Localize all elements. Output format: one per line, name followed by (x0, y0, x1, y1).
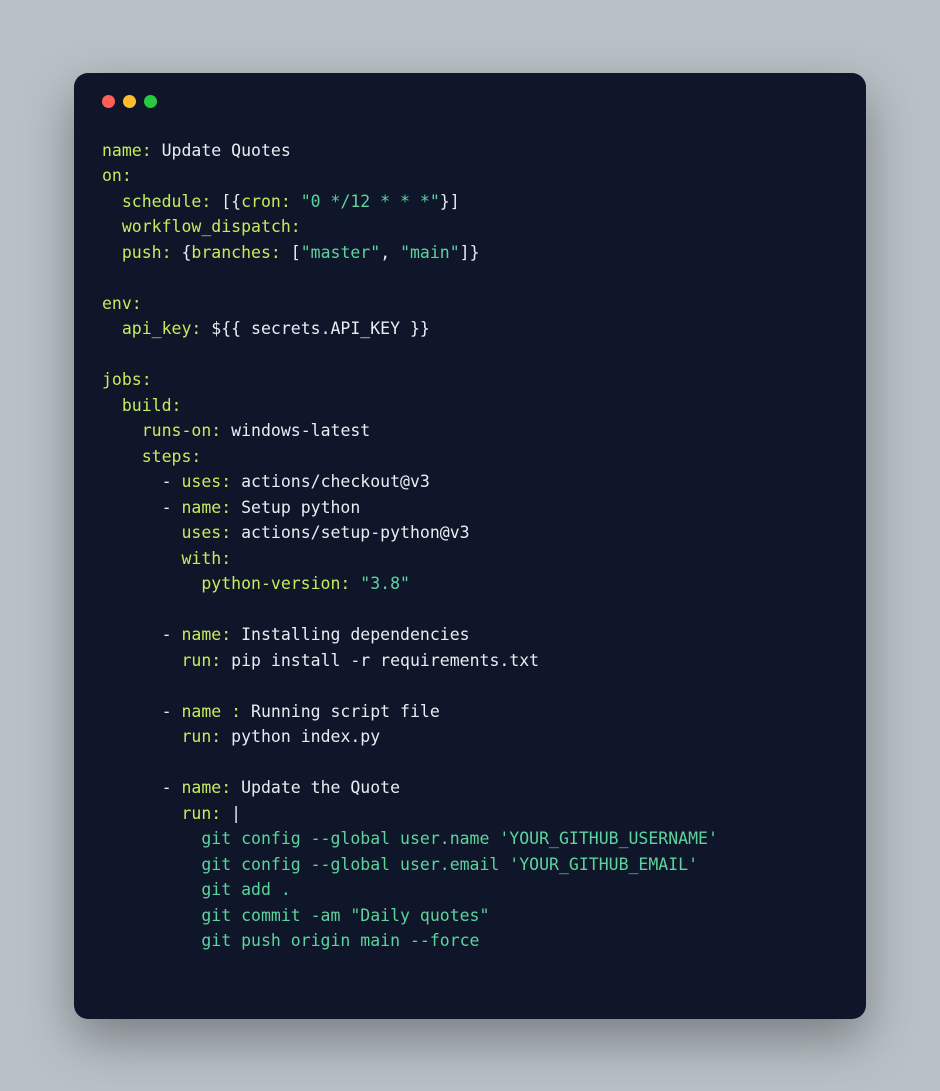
yaml-key: cron: (241, 192, 291, 211)
yaml-key: uses: (181, 472, 231, 491)
yaml-key: name: (181, 778, 231, 797)
shell-line: git config --global user.name 'YOUR_GITH… (201, 829, 718, 848)
yaml-key: name: (181, 625, 231, 644)
yaml-string: "master" (301, 243, 380, 262)
maximize-icon[interactable] (144, 95, 157, 108)
yaml-value: python index.py (231, 727, 380, 746)
yaml-value: pip install -r requirements.txt (231, 651, 539, 670)
yaml-key: run: (181, 727, 221, 746)
yaml-key: runs-on: (142, 421, 221, 440)
traffic-lights (102, 95, 838, 108)
yaml-value: windows-latest (231, 421, 370, 440)
yaml-key: name: (181, 498, 231, 517)
yaml-value: actions/checkout@v3 (241, 472, 430, 491)
yaml-key: name: (102, 141, 152, 160)
yaml-key: push: (122, 243, 172, 262)
shell-line: git commit -am "Daily quotes" (201, 906, 489, 925)
yaml-value: Update the Quote (241, 778, 400, 797)
yaml-string: "0 */12 * * *" (301, 192, 440, 211)
minimize-icon[interactable] (123, 95, 136, 108)
yaml-value: ${{ secrets.API_KEY }} (211, 319, 430, 338)
yaml-key: steps: (142, 447, 202, 466)
yaml-key: run: (181, 804, 221, 823)
yaml-key: with: (181, 549, 231, 568)
terminal-window: name: Update Quotes on: schedule: [{cron… (74, 73, 866, 1019)
close-icon[interactable] (102, 95, 115, 108)
yaml-key: api_key: (122, 319, 201, 338)
yaml-key: on: (102, 166, 132, 185)
yaml-value: Setup python (241, 498, 360, 517)
yaml-key: schedule: (122, 192, 211, 211)
yaml-key: build: (122, 396, 182, 415)
yaml-string: "3.8" (360, 574, 410, 593)
yaml-value: Update Quotes (162, 141, 291, 160)
yaml-value: Running script file (251, 702, 440, 721)
yaml-key: python-version: (201, 574, 350, 593)
yaml-key: jobs: (102, 370, 152, 389)
yaml-key: run: (181, 651, 221, 670)
shell-line: git add . (201, 880, 290, 899)
yaml-value: actions/setup-python@v3 (241, 523, 469, 542)
yaml-value: Installing dependencies (241, 625, 469, 644)
code-block: name: Update Quotes on: schedule: [{cron… (102, 138, 838, 954)
shell-line: git push origin main --force (201, 931, 479, 950)
yaml-key: env: (102, 294, 142, 313)
yaml-key: workflow_dispatch: (122, 217, 301, 236)
yaml-key: uses: (181, 523, 231, 542)
yaml-key: branches: (191, 243, 280, 262)
yaml-key: name : (181, 702, 241, 721)
yaml-pipe: | (231, 804, 241, 823)
yaml-string: "main" (400, 243, 460, 262)
shell-line: git config --global user.email 'YOUR_GIT… (201, 855, 698, 874)
